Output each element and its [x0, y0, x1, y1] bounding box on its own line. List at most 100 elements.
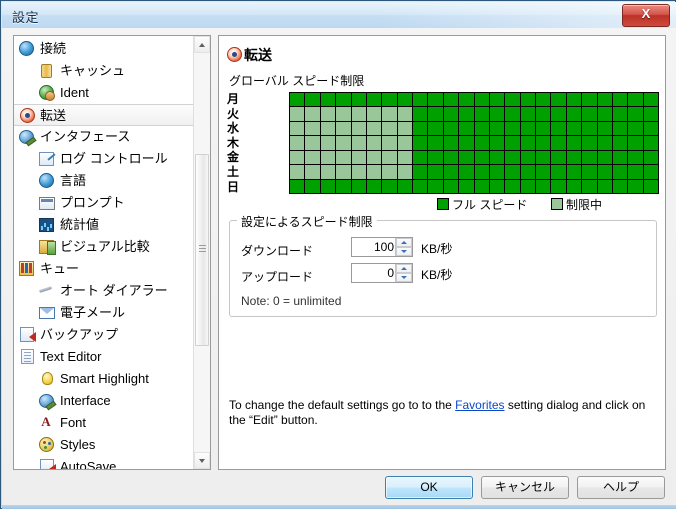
schedule-cell-1-21[interactable] — [612, 107, 628, 121]
schedule-cell-1-4[interactable] — [351, 107, 366, 121]
schedule-cell-4-10[interactable] — [443, 150, 459, 165]
schedule-cell-5-11[interactable] — [459, 165, 474, 179]
schedule-cell-1-18[interactable] — [566, 107, 582, 121]
schedule-cell-1-1[interactable] — [305, 107, 320, 121]
schedule-cell-4-2[interactable] — [320, 150, 336, 165]
schedule-cell-0-5[interactable] — [366, 93, 382, 107]
close-button[interactable]: X — [622, 4, 670, 27]
schedule-cell-6-2[interactable] — [320, 179, 336, 193]
schedule-cell-0-20[interactable] — [597, 93, 612, 107]
sidebar-item-13[interactable]: バックアップ — [14, 324, 194, 346]
schedule-cell-1-3[interactable] — [336, 107, 351, 121]
schedule-cell-5-16[interactable] — [536, 165, 551, 179]
sidebar-item-3[interactable]: 転送 — [14, 104, 199, 126]
upload-limit-stepper[interactable]: 0 — [351, 263, 413, 283]
schedule-cell-6-8[interactable] — [413, 179, 428, 193]
schedule-cell-4-16[interactable] — [536, 150, 551, 165]
schedule-cell-4-13[interactable] — [489, 150, 505, 165]
sidebar-item-17[interactable]: A Font — [14, 412, 194, 434]
schedule-cell-6-9[interactable] — [428, 179, 443, 193]
schedule-cell-3-1[interactable] — [305, 136, 320, 150]
schedule-cell-5-7[interactable] — [397, 165, 412, 179]
schedule-cell-3-16[interactable] — [536, 136, 551, 150]
schedule-cell-4-5[interactable] — [366, 150, 382, 165]
schedule-cell-5-9[interactable] — [428, 165, 443, 179]
schedule-cell-4-19[interactable] — [582, 150, 597, 165]
scroll-up-arrow-icon[interactable] — [194, 36, 210, 53]
schedule-cell-1-16[interactable] — [536, 107, 551, 121]
help-button[interactable]: ヘルプ — [577, 476, 665, 499]
schedule-cell-3-0[interactable] — [290, 136, 305, 150]
schedule-cell-3-10[interactable] — [443, 136, 459, 150]
schedule-cell-6-23[interactable] — [643, 179, 658, 193]
schedule-cell-1-0[interactable] — [290, 107, 305, 121]
schedule-cell-6-7[interactable] — [397, 179, 412, 193]
schedule-cell-3-18[interactable] — [566, 136, 582, 150]
upload-limit-value[interactable]: 0 — [352, 265, 394, 281]
schedule-cell-1-17[interactable] — [551, 107, 566, 121]
schedule-cell-3-14[interactable] — [505, 136, 520, 150]
schedule-cell-1-22[interactable] — [628, 107, 643, 121]
schedule-cell-5-14[interactable] — [505, 165, 520, 179]
schedule-cell-6-4[interactable] — [351, 179, 366, 193]
schedule-cell-2-22[interactable] — [628, 121, 643, 136]
schedule-cell-0-22[interactable] — [628, 93, 643, 107]
sidebar-item-12[interactable]: 電子メール — [14, 302, 194, 324]
schedule-cell-2-5[interactable] — [366, 121, 382, 136]
schedule-cell-6-22[interactable] — [628, 179, 643, 193]
schedule-cell-5-13[interactable] — [489, 165, 505, 179]
schedule-cell-2-16[interactable] — [536, 121, 551, 136]
schedule-cell-1-23[interactable] — [643, 107, 658, 121]
schedule-cell-4-7[interactable] — [397, 150, 412, 165]
favorites-link[interactable]: Favorites — [455, 398, 504, 412]
schedule-cell-0-13[interactable] — [489, 93, 505, 107]
schedule-cell-2-18[interactable] — [566, 121, 582, 136]
schedule-cell-6-17[interactable] — [551, 179, 566, 193]
sidebar-item-6[interactable]: 言語 — [14, 170, 194, 192]
schedule-cell-0-16[interactable] — [536, 93, 551, 107]
schedule-cell-6-13[interactable] — [489, 179, 505, 193]
schedule-cell-3-3[interactable] — [336, 136, 351, 150]
schedule-cell-3-17[interactable] — [551, 136, 566, 150]
sidebar-item-0[interactable]: 接続 — [14, 38, 194, 60]
schedule-cell-0-6[interactable] — [382, 93, 397, 107]
download-limit-value[interactable]: 100 — [352, 239, 394, 255]
schedule-cell-6-21[interactable] — [612, 179, 628, 193]
schedule-cell-3-9[interactable] — [428, 136, 443, 150]
schedule-cell-5-15[interactable] — [520, 165, 535, 179]
schedule-cell-5-10[interactable] — [443, 165, 459, 179]
schedule-cell-2-2[interactable] — [320, 121, 336, 136]
sidebar-item-14[interactable]: Text Editor — [14, 346, 194, 368]
schedule-cell-3-21[interactable] — [612, 136, 628, 150]
upload-spin-buttons[interactable] — [395, 264, 412, 282]
schedule-cell-5-21[interactable] — [612, 165, 628, 179]
sidebar-item-8[interactable]: 統計値 — [14, 214, 194, 236]
schedule-cell-1-8[interactable] — [413, 107, 428, 121]
sidebar-item-1[interactable]: キャッシュ — [14, 60, 194, 82]
schedule-cell-3-8[interactable] — [413, 136, 428, 150]
schedule-cell-5-23[interactable] — [643, 165, 658, 179]
schedule-cell-0-17[interactable] — [551, 93, 566, 107]
schedule-cell-2-4[interactable] — [351, 121, 366, 136]
schedule-cell-0-7[interactable] — [397, 93, 412, 107]
schedule-cell-0-0[interactable] — [290, 93, 305, 107]
schedule-cell-0-2[interactable] — [320, 93, 336, 107]
schedule-cell-1-13[interactable] — [489, 107, 505, 121]
schedule-cell-5-3[interactable] — [336, 165, 351, 179]
schedule-cell-4-0[interactable] — [290, 150, 305, 165]
schedule-cell-6-11[interactable] — [459, 179, 474, 193]
schedule-cell-4-20[interactable] — [597, 150, 612, 165]
schedule-cell-3-23[interactable] — [643, 136, 658, 150]
schedule-cell-0-23[interactable] — [643, 93, 658, 107]
upload-spin-down-icon[interactable] — [396, 273, 412, 282]
schedule-cell-6-5[interactable] — [366, 179, 382, 193]
schedule-cell-0-19[interactable] — [582, 93, 597, 107]
schedule-cell-2-1[interactable] — [305, 121, 320, 136]
schedule-cell-0-15[interactable] — [520, 93, 535, 107]
schedule-cell-0-21[interactable] — [612, 93, 628, 107]
speed-limit-schedule-grid[interactable] — [289, 92, 659, 194]
sidebar-item-4[interactable]: インタフェース — [14, 126, 194, 148]
schedule-cell-2-6[interactable] — [382, 121, 397, 136]
schedule-cell-0-11[interactable] — [459, 93, 474, 107]
schedule-cell-1-11[interactable] — [459, 107, 474, 121]
